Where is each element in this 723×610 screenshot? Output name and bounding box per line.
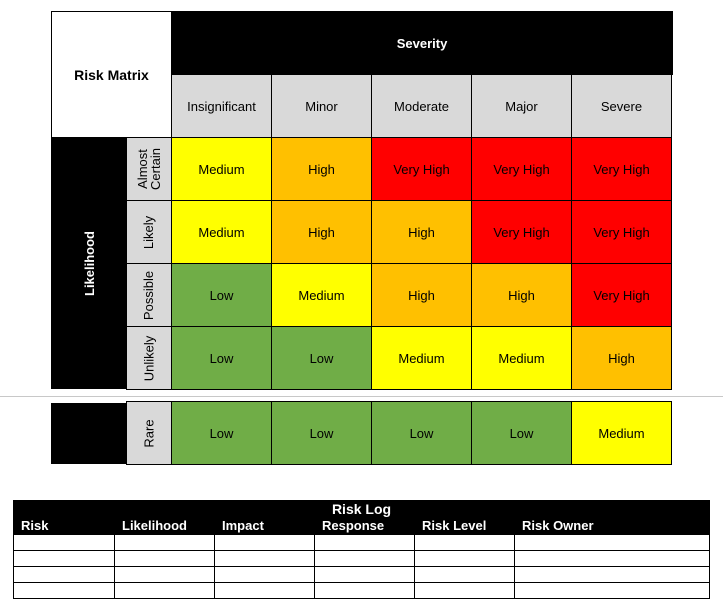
- severity-level-header: Insignificant: [171, 74, 272, 138]
- risk-log-cell[interactable]: [214, 583, 314, 599]
- likelihood-level-text: Unlikely: [141, 335, 157, 381]
- risk-cell: High: [271, 200, 372, 264]
- risk-log-cell[interactable]: [314, 583, 414, 599]
- risk-log-column-header: Risk Owner: [522, 518, 594, 533]
- risk-log-cell[interactable]: [314, 551, 414, 567]
- risk-log-cell[interactable]: [414, 583, 514, 599]
- risk-log-column-header: Risk: [21, 518, 49, 533]
- risk-log-column-header: Response: [322, 518, 385, 533]
- likelihood-level-text: Almost Certain: [134, 148, 163, 190]
- risk-log-cell[interactable]: [414, 551, 514, 567]
- likelihood-header-text: Likelihood: [81, 230, 97, 296]
- likelihood-level-header: Possible: [126, 263, 172, 327]
- risk-cell: High: [371, 263, 472, 327]
- risk-matrix-title-text: Risk Matrix: [74, 66, 149, 83]
- risk-log-table: [13, 535, 710, 599]
- risk-log-cell[interactable]: [514, 583, 710, 599]
- risk-cell: Low: [171, 401, 272, 465]
- risk-cell: Low: [271, 401, 372, 465]
- risk-cell: Medium: [271, 263, 372, 327]
- risk-cell: Very High: [571, 137, 672, 201]
- risk-log-cell[interactable]: [13, 551, 114, 567]
- risk-cell: Low: [271, 326, 372, 390]
- risk-log-cell[interactable]: [214, 535, 314, 551]
- risk-cell: Medium: [471, 326, 572, 390]
- risk-log-cell[interactable]: [114, 551, 214, 567]
- risk-cell: Low: [171, 326, 272, 390]
- risk-cell: Very High: [571, 263, 672, 327]
- risk-log-row: [13, 583, 710, 599]
- risk-log-cell[interactable]: [13, 535, 114, 551]
- likelihood-level-header: Unlikely: [126, 326, 172, 390]
- risk-log-cell[interactable]: [514, 535, 710, 551]
- risk-log-cell[interactable]: [13, 567, 114, 583]
- risk-cell: Low: [371, 401, 472, 465]
- risk-cell: Very High: [471, 137, 572, 201]
- risk-log-cell[interactable]: [514, 567, 710, 583]
- risk-log-cell[interactable]: [114, 567, 214, 583]
- likelihood-header-continuation: [51, 402, 127, 464]
- risk-cell: Low: [171, 263, 272, 327]
- risk-log-cell[interactable]: [114, 583, 214, 599]
- risk-log-cell[interactable]: [314, 535, 414, 551]
- risk-cell: Low: [471, 401, 572, 465]
- likelihood-level-text: Likely: [141, 215, 157, 249]
- severity-header-text: Severity: [396, 35, 448, 51]
- risk-cell: High: [471, 263, 572, 327]
- risk-log-title: Risk Log: [331, 501, 392, 517]
- risk-log-cell[interactable]: [414, 567, 514, 583]
- risk-log-header: Risk Log Risk Likelihood Impact Response…: [13, 500, 710, 535]
- severity-header: Severity: [171, 11, 673, 75]
- risk-log-cell[interactable]: [214, 551, 314, 567]
- section-divider: [0, 396, 723, 397]
- likelihood-level-text: Rare: [141, 418, 157, 448]
- risk-log-cell[interactable]: [514, 551, 710, 567]
- risk-cell: High: [371, 200, 472, 264]
- risk-cell: Very High: [571, 200, 672, 264]
- risk-matrix-title: Risk Matrix: [51, 11, 172, 138]
- risk-log-cell[interactable]: [414, 535, 514, 551]
- risk-cell: Medium: [371, 326, 472, 390]
- risk-cell: Very High: [371, 137, 472, 201]
- risk-cell: Very High: [471, 200, 572, 264]
- risk-log-cell[interactable]: [214, 567, 314, 583]
- severity-level-header: Severe: [571, 74, 672, 138]
- risk-log-cell[interactable]: [114, 535, 214, 551]
- risk-cell: High: [571, 326, 672, 390]
- risk-log-row: [13, 551, 710, 567]
- likelihood-header: Likelihood: [51, 137, 127, 389]
- risk-cell: Medium: [571, 401, 672, 465]
- severity-level-header: Minor: [271, 74, 372, 138]
- risk-log-row: [13, 535, 710, 551]
- risk-log-column-header: Impact: [222, 518, 264, 533]
- likelihood-level-header: Likely: [126, 200, 172, 264]
- risk-cell: Medium: [171, 137, 272, 201]
- severity-level-header: Major: [471, 74, 572, 138]
- severity-level-header: Moderate: [371, 74, 472, 138]
- likelihood-level-header: Almost Certain: [126, 137, 172, 201]
- risk-log-cell[interactable]: [13, 583, 114, 599]
- likelihood-level-text: Possible: [141, 270, 157, 320]
- risk-log-column-header: Risk Level: [422, 518, 487, 533]
- risk-log-row: [13, 567, 710, 583]
- risk-log-column-header: Likelihood: [122, 518, 187, 533]
- risk-cell: High: [271, 137, 372, 201]
- risk-cell: Medium: [171, 200, 272, 264]
- likelihood-level-header: Rare: [126, 401, 172, 465]
- risk-log-cell[interactable]: [314, 567, 414, 583]
